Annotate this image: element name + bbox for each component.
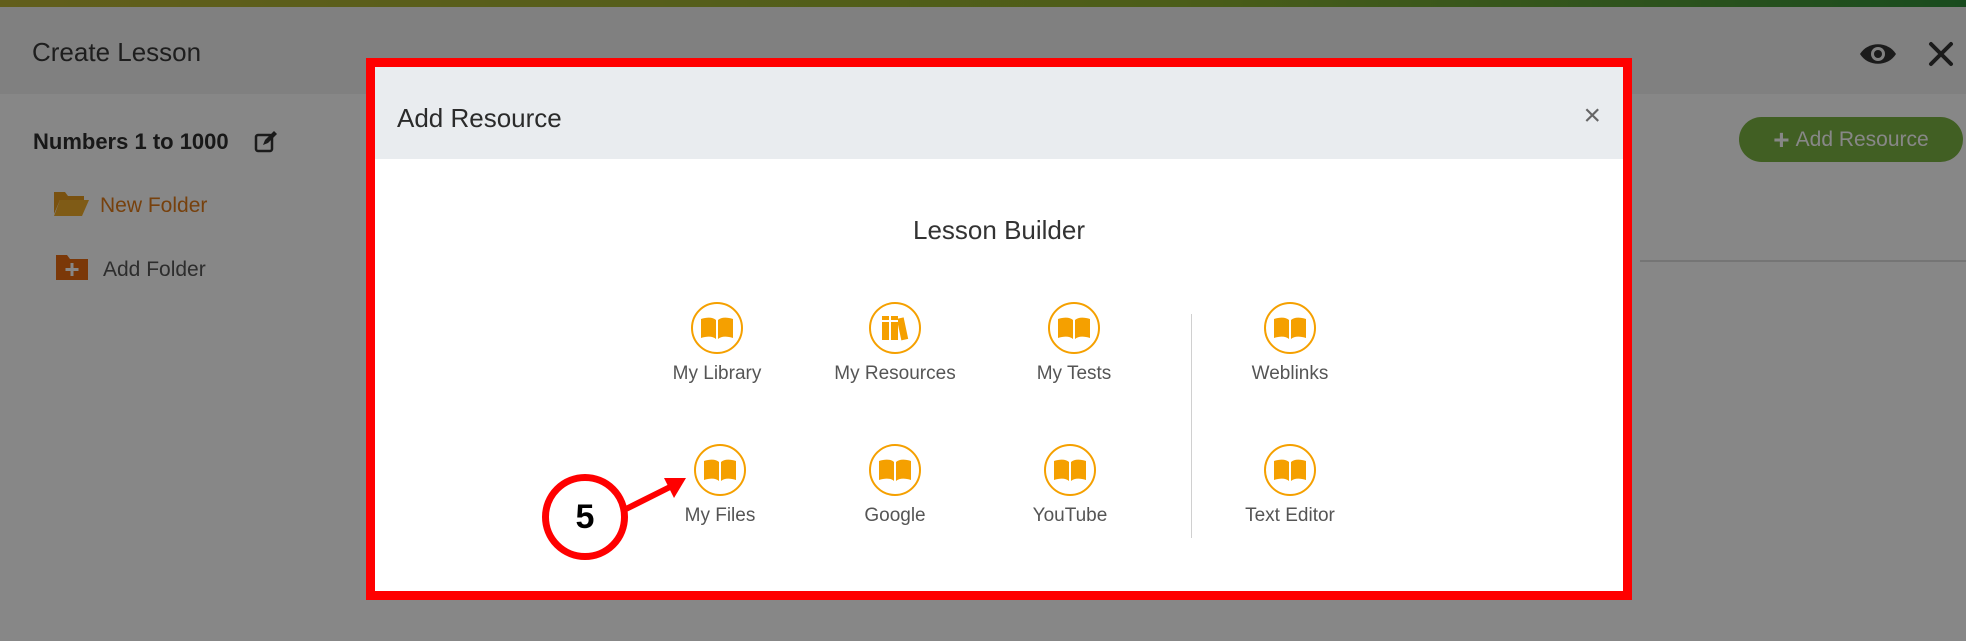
book-icon: [1264, 444, 1316, 496]
tile-group-separator: [1191, 314, 1192, 538]
tile-my-resources[interactable]: My Resources: [815, 302, 975, 385]
tile-label: My Files: [684, 505, 756, 526]
books-icon: [869, 302, 921, 354]
tile-label: My Library: [672, 363, 762, 384]
lesson-builder-title: Lesson Builder: [913, 215, 1085, 245]
book-icon: [1264, 302, 1316, 354]
book-icon: [1048, 302, 1100, 354]
book-icon: [691, 302, 743, 354]
modal-header: Add Resource ×: [375, 67, 1623, 159]
step-callout-badge: 5: [542, 474, 628, 560]
tile-label: Text Editor: [1245, 505, 1335, 526]
book-icon: [694, 444, 746, 496]
tile-label: Weblinks: [1251, 363, 1329, 384]
tile-label: YouTube: [1032, 505, 1108, 526]
tile-my-tests[interactable]: My Tests: [994, 302, 1154, 385]
tile-google[interactable]: Google: [815, 444, 975, 527]
tile-my-library[interactable]: My Library: [637, 302, 797, 385]
book-icon: [869, 444, 921, 496]
tile-text-editor[interactable]: Text Editor: [1210, 444, 1370, 527]
callout-arrow-icon: [621, 478, 686, 513]
tile-label: My Tests: [1036, 363, 1112, 384]
tile-weblinks[interactable]: Weblinks: [1210, 302, 1370, 385]
tile-label: My Resources: [834, 363, 956, 384]
tile-youtube[interactable]: YouTube: [990, 444, 1150, 527]
modal-close-icon[interactable]: ×: [1583, 101, 1601, 131]
modal-title: Add Resource: [397, 103, 562, 133]
tile-label: Google: [864, 505, 926, 526]
book-icon: [1044, 444, 1096, 496]
